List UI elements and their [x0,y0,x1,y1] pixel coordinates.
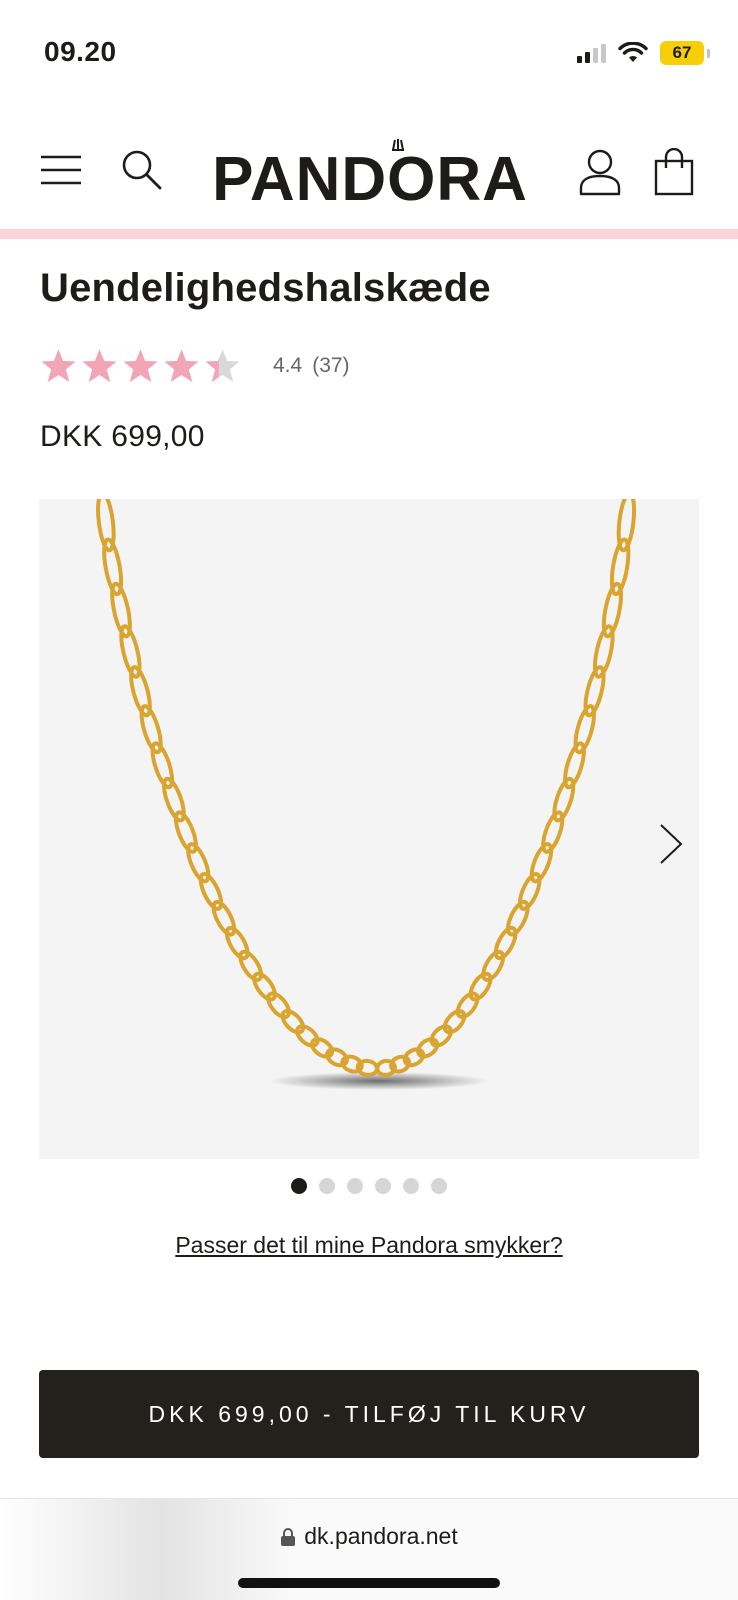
chain-link [280,1009,306,1035]
add-to-cart-button[interactable]: DKK 699,00 - TILFØJ TIL KURV [39,1370,699,1458]
product-rating[interactable]: 4.4 (37) [40,346,350,386]
chain-link [468,971,493,1002]
account-icon[interactable] [578,148,622,196]
gallery-dot[interactable] [375,1178,391,1194]
status-icons: 67 [577,38,710,68]
cellular-signal-icon [577,43,606,63]
chain-link [455,991,480,1019]
chain-link [224,925,250,961]
gallery-dot[interactable] [319,1178,335,1194]
star-icon [205,349,240,382]
chain-link [266,991,291,1019]
browser-address-bar[interactable]: dk.pandora.net [0,1498,738,1600]
chain-link [429,1024,453,1048]
star-icon [123,349,158,382]
gallery-dot[interactable] [403,1178,419,1194]
product-image-gallery[interactable] [39,499,699,1159]
product-title: Uendelighedshalskæde [40,266,491,310]
chain-link [252,971,277,1002]
gallery-dot[interactable] [431,1178,447,1194]
site-header: PANDORA [0,110,738,230]
menu-icon[interactable] [40,154,82,186]
star-icon [164,349,199,382]
brand-wordmark: PANDORA [212,145,528,208]
wifi-icon [618,42,648,62]
product-image-necklace [96,499,637,1090]
battery-nub [707,48,710,58]
fit-check-link[interactable]: Passer det til mine Pandora smykker? [0,1232,738,1259]
status-bar: 09.20 67 [0,0,738,100]
rating-stars [40,348,241,385]
url-display[interactable]: dk.pandora.net [0,1523,738,1550]
search-icon[interactable] [120,148,164,192]
rating-value: 4.4 [273,354,303,377]
header-divider [0,229,738,239]
chain-link [238,949,264,982]
chain-link [481,949,506,982]
star-icon [82,349,117,382]
chain-link [375,1058,397,1077]
chevron-right-icon[interactable] [651,819,691,869]
pandora-logo[interactable]: PANDORA [205,138,535,208]
battery-level: 67 [672,43,692,62]
lock-icon [281,1527,296,1546]
chain-link [211,899,237,937]
crown-icon [392,139,404,151]
star-icon [41,349,76,382]
product-price: DKK 699,00 [40,420,205,453]
battery-icon: 67 [660,41,704,65]
bag-icon[interactable] [654,148,694,196]
chain-link [493,925,518,961]
home-indicator[interactable] [238,1578,500,1588]
status-time: 09.20 [44,36,117,67]
necklace-chain-left [96,499,379,1077]
chain-link [295,1024,320,1048]
gallery-dot[interactable] [291,1178,307,1194]
gallery-dot[interactable] [347,1178,363,1194]
url-text: dk.pandora.net [304,1523,458,1549]
rating-count: (37) [312,354,350,377]
necklace-chain-right [375,499,637,1077]
chain-link [442,1009,467,1035]
gallery-pagination[interactable] [0,1178,738,1194]
